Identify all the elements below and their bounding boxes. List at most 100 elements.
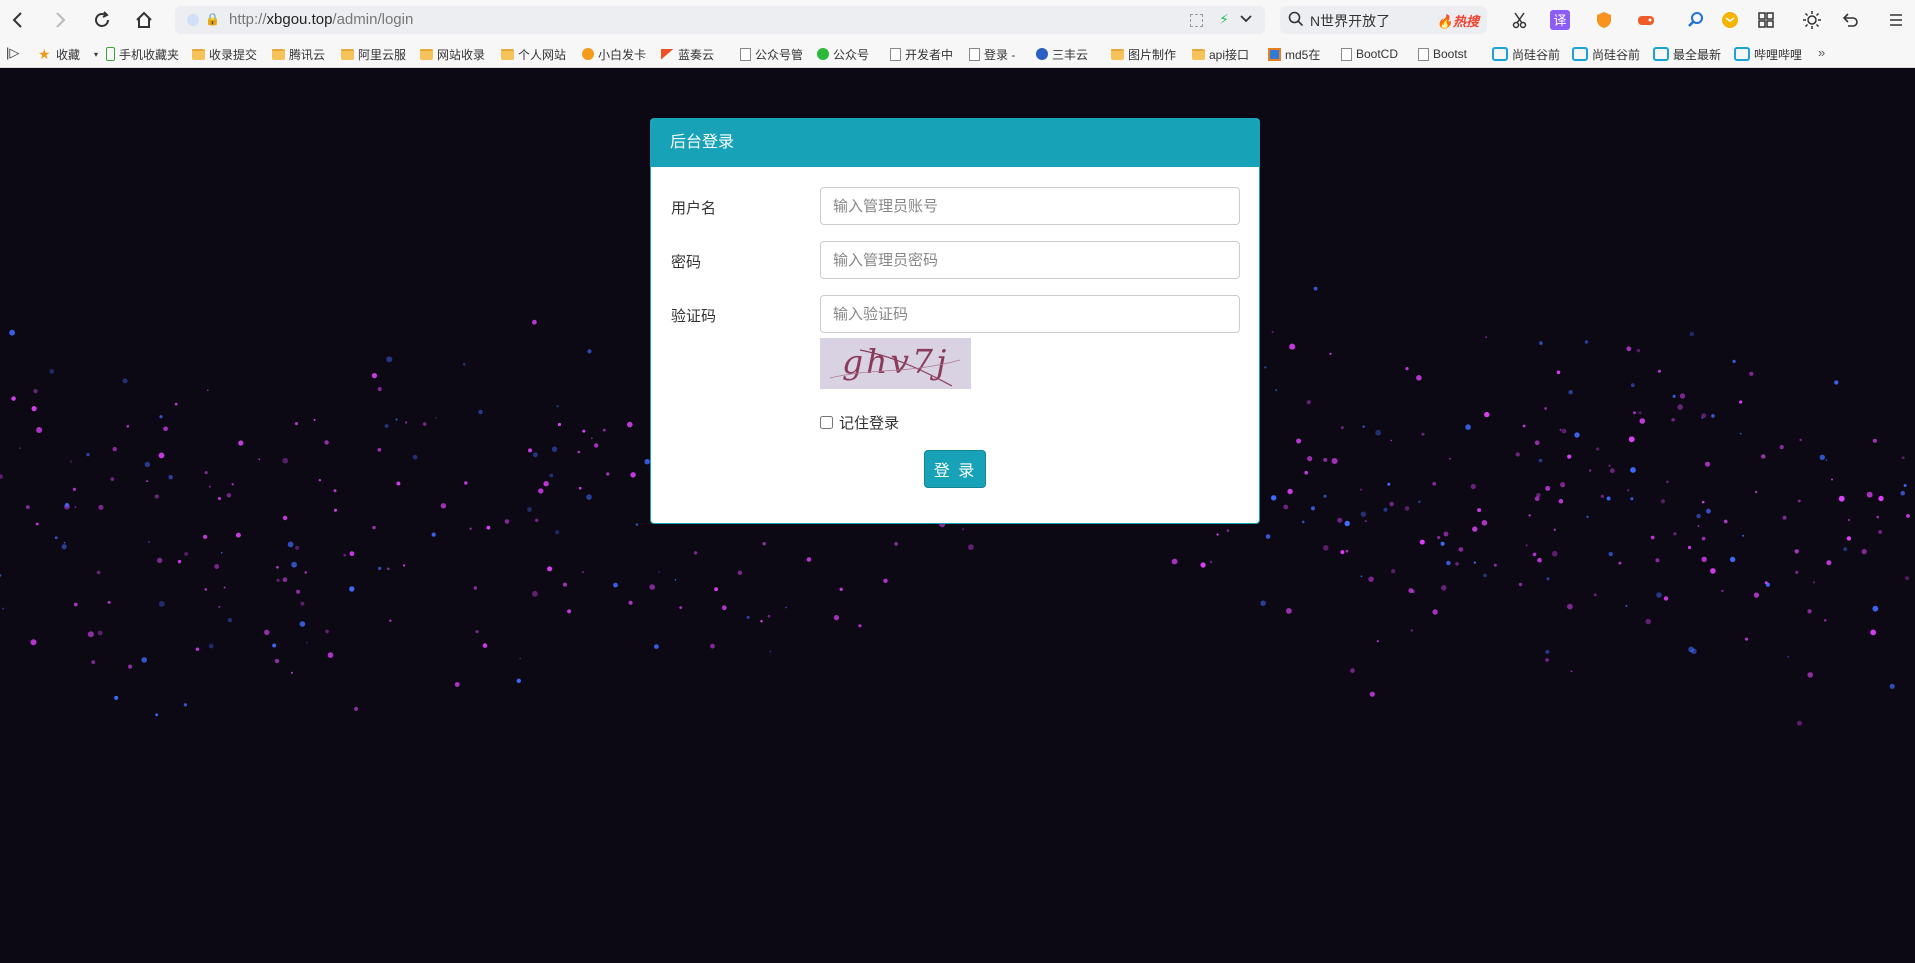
translate-label: 译 (1553, 12, 1567, 28)
captcha-image[interactable]: ghv7j (820, 338, 971, 389)
particle (1383, 507, 1388, 512)
particle (1344, 520, 1350, 527)
particle (767, 614, 771, 618)
bookmark-item[interactable]: 尚硅谷前 (1492, 45, 1560, 63)
page-icon (1418, 47, 1429, 61)
home-icon[interactable] (132, 8, 156, 32)
particle (1655, 558, 1660, 563)
shield-icon[interactable] (1592, 8, 1616, 32)
bookmark-item[interactable]: Bootst (1418, 45, 1476, 63)
particle (9, 329, 16, 336)
login-button[interactable]: 登 录 (924, 450, 986, 488)
particle (1593, 593, 1597, 597)
particle (1287, 488, 1293, 495)
bookmark-item[interactable]: 个人网站 (501, 45, 569, 63)
password-input[interactable] (820, 241, 1240, 279)
fire-icon: 🔥 (1436, 14, 1453, 29)
particle (1477, 508, 1482, 513)
particle (519, 657, 522, 660)
bookmark-item[interactable]: 网站收录 (420, 45, 490, 63)
particle (282, 457, 289, 464)
translate-icon[interactable]: 译 (1550, 10, 1570, 30)
brightness-icon[interactable] (1800, 8, 1824, 32)
particle (1311, 506, 1315, 511)
apps-grid-icon[interactable] (1754, 8, 1778, 32)
bookmark-item[interactable]: 公众号管 (740, 45, 806, 63)
particle (1696, 513, 1701, 519)
reload-icon[interactable] (90, 8, 114, 32)
particle (1544, 407, 1547, 410)
particle (1866, 491, 1873, 498)
particle (1483, 573, 1487, 578)
more-bookmarks-button[interactable]: » (1818, 45, 1825, 60)
bookmark-item[interactable]: 手机收藏夹 (106, 45, 184, 63)
chevron-down-icon[interactable] (1239, 10, 1253, 33)
bookmark-item[interactable]: 最全最新 (1653, 45, 1721, 63)
bookmark-item[interactable]: 阿里云服 (341, 45, 409, 63)
bookmark-item[interactable]: 公众号 (817, 45, 877, 63)
bookmark-item[interactable]: 哔哩哔哩 (1734, 45, 1804, 63)
particle (204, 588, 208, 591)
forward-icon[interactable] (48, 8, 72, 32)
bookmark-item[interactable]: 图片制作 (1111, 45, 1181, 63)
particle (968, 544, 974, 550)
particle (1411, 590, 1415, 594)
qr-code-icon[interactable] (1190, 14, 1203, 27)
particle (276, 566, 279, 569)
remember-checkbox[interactable] (820, 416, 833, 429)
address-bar[interactable]: 🔒 http://xbgou.top/admin/login ⚡ (175, 6, 1265, 34)
bookmark-item[interactable]: 三丰云 (1036, 45, 1098, 63)
bookmark-item[interactable]: 开发者中 (890, 45, 956, 63)
captcha-input[interactable] (820, 295, 1240, 333)
particle (1754, 490, 1758, 494)
particle (475, 630, 479, 634)
bookmark-item[interactable]: api接口 (1192, 45, 1256, 63)
undo-icon[interactable] (1838, 8, 1862, 32)
lightning-icon[interactable]: ⚡ (1219, 11, 1229, 28)
bookmark-item[interactable]: md5在 (1268, 45, 1328, 63)
magnifier-icon[interactable] (1684, 8, 1708, 32)
particle (478, 409, 483, 415)
particle (110, 477, 115, 481)
particle (1626, 346, 1632, 352)
particle (1443, 531, 1449, 537)
sidebar-toggle-icon[interactable]: |▷ (6, 45, 19, 61)
particle (630, 472, 636, 478)
particle (354, 706, 359, 711)
address-url[interactable]: http://xbgou.top/admin/login (229, 11, 413, 28)
remember-login[interactable]: 记住登录 (820, 412, 899, 433)
particle (1260, 600, 1266, 606)
site-info-icon[interactable] (187, 14, 199, 26)
username-input[interactable] (820, 187, 1240, 225)
mail-icon[interactable] (1718, 8, 1742, 32)
page-icon (890, 47, 901, 61)
hot-search-badge[interactable]: 🔥热搜 (1437, 11, 1479, 30)
particle (591, 437, 593, 440)
search-box[interactable]: N世界开放了 🔥热搜 (1280, 6, 1487, 34)
particle (1340, 550, 1345, 555)
bookmark-item[interactable]: 小白发卡 (582, 45, 650, 63)
bookmark-item[interactable]: 尚硅谷前 (1572, 45, 1640, 63)
back-icon[interactable] (6, 8, 30, 32)
particle (1625, 605, 1628, 607)
game-icon[interactable] (1634, 8, 1658, 32)
particle (276, 578, 280, 582)
bookmark-item[interactable]: 登录 - (969, 45, 1021, 63)
particle (858, 624, 862, 628)
particle (577, 450, 581, 454)
particle (1518, 582, 1523, 587)
search-query[interactable]: N世界开放了 (1310, 11, 1390, 31)
scissors-icon[interactable] (1508, 8, 1532, 32)
particle (1558, 498, 1564, 504)
bookmark-item[interactable]: ★ 收藏 ▾ (38, 45, 104, 63)
insecure-icon[interactable]: 🔒 (205, 12, 220, 26)
bookmark-item[interactable]: 蓝奏云 (661, 45, 725, 63)
bookmark-item[interactable]: 腾讯云 (272, 45, 330, 63)
menu-icon[interactable] (1884, 8, 1908, 32)
bookmark-item[interactable]: BootCD (1341, 45, 1407, 63)
bookmark-item[interactable]: 收录提交 (192, 45, 262, 63)
particle (69, 460, 72, 463)
particle (128, 664, 133, 669)
particle (334, 508, 337, 512)
particle (1705, 461, 1711, 467)
